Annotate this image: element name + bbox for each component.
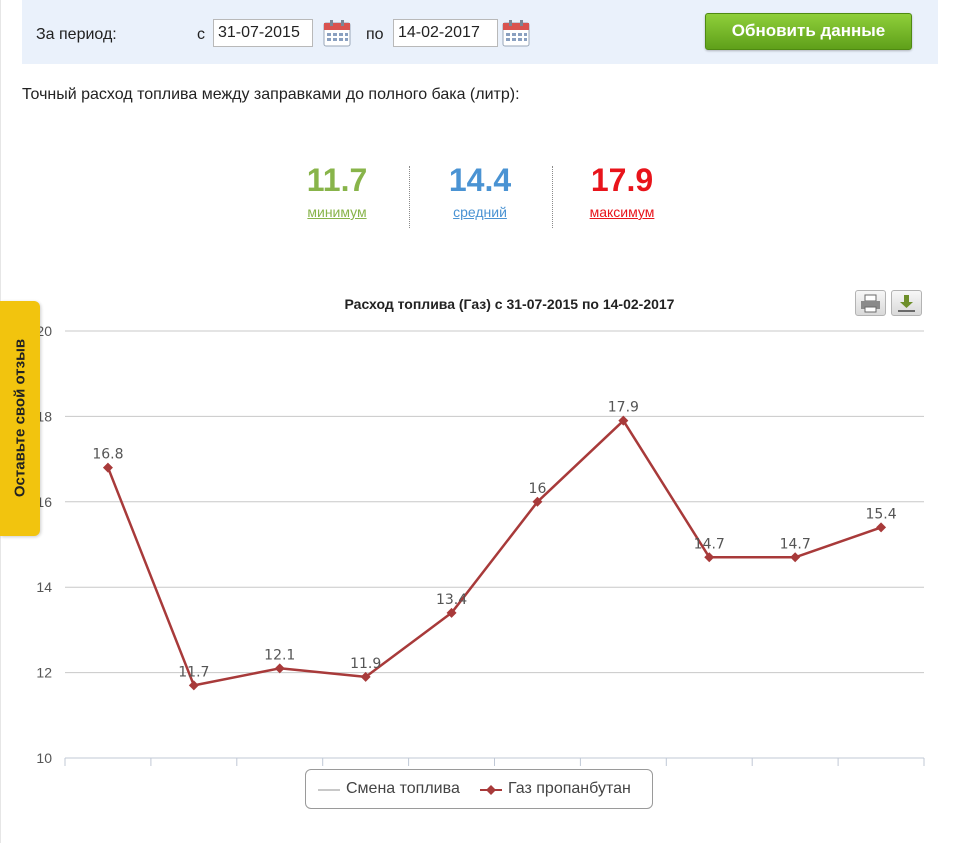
y-tick-label: 12 xyxy=(36,665,52,681)
data-label: 17.9 xyxy=(608,400,639,416)
download-icon xyxy=(898,295,915,312)
data-label: 16 xyxy=(529,481,547,497)
feedback-tab-label: Оставьте свой отзыв xyxy=(11,338,29,498)
download-chart-button[interactable] xyxy=(891,290,922,316)
data-point xyxy=(876,522,887,533)
chart-title: Расход топлива (Газ) с 31-07-2015 по 14-… xyxy=(345,296,675,312)
data-point xyxy=(274,663,285,674)
data-point xyxy=(102,462,113,473)
legend-line-icon xyxy=(318,789,340,791)
y-tick-label: 14 xyxy=(36,579,52,595)
data-label: 15.4 xyxy=(865,506,896,522)
y-tick-label: 10 xyxy=(36,750,52,766)
data-label: 16.8 xyxy=(92,447,123,463)
data-label: 11.7 xyxy=(178,664,209,680)
data-point xyxy=(790,552,801,563)
data-label: 14.7 xyxy=(694,536,725,552)
data-label: 12.1 xyxy=(264,647,295,663)
legend-label: Газ пропанбутан xyxy=(508,780,631,797)
data-label: 14.7 xyxy=(780,536,811,552)
data-point xyxy=(188,680,199,691)
chart-legend: Смена топлива Газ пропанбутан xyxy=(305,769,653,809)
print-icon xyxy=(861,294,880,313)
series-line-gas xyxy=(106,419,882,687)
feedback-tab[interactable]: Оставьте свой отзыв xyxy=(0,301,40,536)
data-label: 13.4 xyxy=(436,592,467,608)
legend-label: Смена топлива xyxy=(346,780,460,797)
fuel-consumption-chart: Расход топлива (Газ) с 31-07-2015 по 14-… xyxy=(36,296,925,766)
print-chart-button[interactable] xyxy=(855,290,886,316)
data-label: 11.9 xyxy=(350,656,381,672)
legend-diamond-line-icon xyxy=(480,785,502,795)
